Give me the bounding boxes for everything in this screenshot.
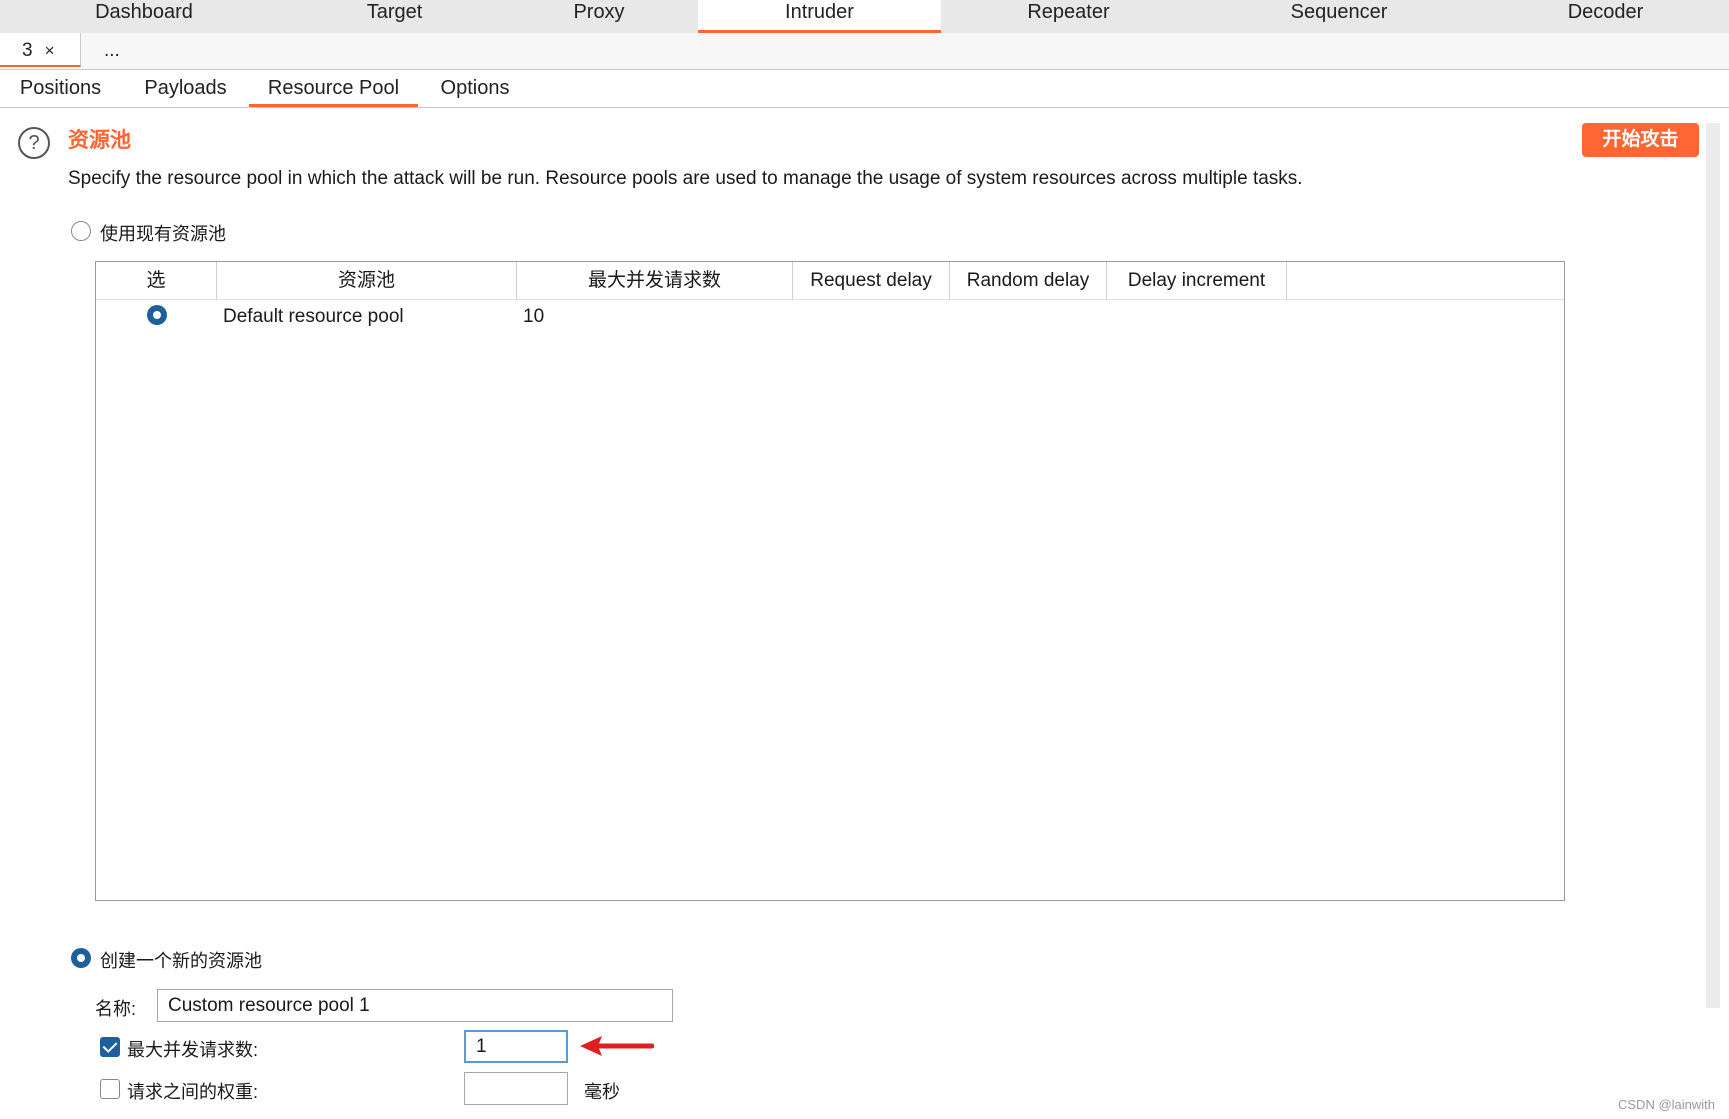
column-header-max-concurrent[interactable]: 最大并发请求数	[517, 262, 793, 300]
existing-pool-radio[interactable]	[71, 221, 91, 241]
vertical-scrollbar[interactable]	[1706, 123, 1720, 1008]
column-header-delay-increment[interactable]: Delay increment	[1107, 262, 1287, 300]
red-arrow-icon	[580, 1036, 654, 1056]
tab-proxy[interactable]: Proxy	[501, 0, 697, 33]
watermark: CSDN @lainwith	[1618, 1097, 1715, 1112]
column-header-select[interactable]: 选	[96, 262, 217, 300]
name-label: 名称:	[95, 999, 137, 1019]
delay-unit-label: 毫秒	[584, 1082, 620, 1102]
subtab-options[interactable]: Options	[423, 70, 527, 107]
tab-dashboard[interactable]: Dashboard	[0, 0, 288, 33]
row-select-radio[interactable]	[147, 305, 167, 325]
subtab-positions[interactable]: Positions	[0, 70, 121, 107]
new-pool-radio[interactable]	[71, 948, 91, 968]
intruder-sub-tabs: Positions Payloads Resource Pool Options	[0, 70, 1729, 108]
attack-tab-bar: 3 × ...	[0, 33, 1729, 70]
max-concurrent-input[interactable]: 1	[464, 1030, 568, 1063]
cell-max-concurrent: 10	[523, 306, 545, 327]
max-concurrent-checkbox[interactable]	[100, 1037, 120, 1057]
help-icon[interactable]: ?	[18, 127, 50, 159]
new-tab-button[interactable]: ...	[104, 33, 120, 69]
tab-intruder[interactable]: Intruder	[698, 0, 941, 33]
column-header-request-delay[interactable]: Request delay	[793, 262, 950, 300]
attack-tab-label: 3	[22, 40, 33, 61]
cell-pool-name: Default resource pool	[223, 306, 404, 327]
attack-tab-3[interactable]: 3 ×	[0, 33, 81, 67]
column-header-random-delay[interactable]: Random delay	[950, 262, 1107, 300]
tab-decoder[interactable]: Decoder	[1482, 0, 1729, 33]
section-title: 资源池	[68, 129, 131, 152]
column-header-filler	[1287, 262, 1564, 300]
tool-tab-bar: Dashboard Target Proxy Intruder Repeater…	[0, 0, 1729, 34]
tab-target[interactable]: Target	[288, 0, 501, 33]
close-icon[interactable]: ×	[45, 41, 55, 60]
pool-name-input[interactable]: Custom resource pool 1	[157, 989, 673, 1022]
tab-sequencer[interactable]: Sequencer	[1196, 0, 1482, 33]
subtab-payloads[interactable]: Payloads	[127, 70, 244, 107]
column-header-pool[interactable]: 资源池	[217, 262, 517, 300]
tab-repeater[interactable]: Repeater	[941, 0, 1196, 33]
subtab-resource-pool[interactable]: Resource Pool	[249, 70, 418, 107]
section-description: Specify the resource pool in which the a…	[68, 168, 1303, 189]
new-pool-label: 创建一个新的资源池	[100, 951, 262, 971]
existing-pool-label: 使用现有资源池	[100, 224, 226, 244]
resource-pool-table: 选 资源池 最大并发请求数 Request delay Random delay…	[95, 261, 1565, 901]
start-attack-button[interactable]: 开始攻击	[1582, 123, 1699, 157]
request-delay-checkbox[interactable]	[100, 1079, 120, 1099]
max-concurrent-label: 最大并发请求数:	[127, 1040, 259, 1060]
request-delay-input[interactable]	[464, 1072, 568, 1105]
request-delay-label: 请求之间的权重:	[127, 1082, 259, 1102]
